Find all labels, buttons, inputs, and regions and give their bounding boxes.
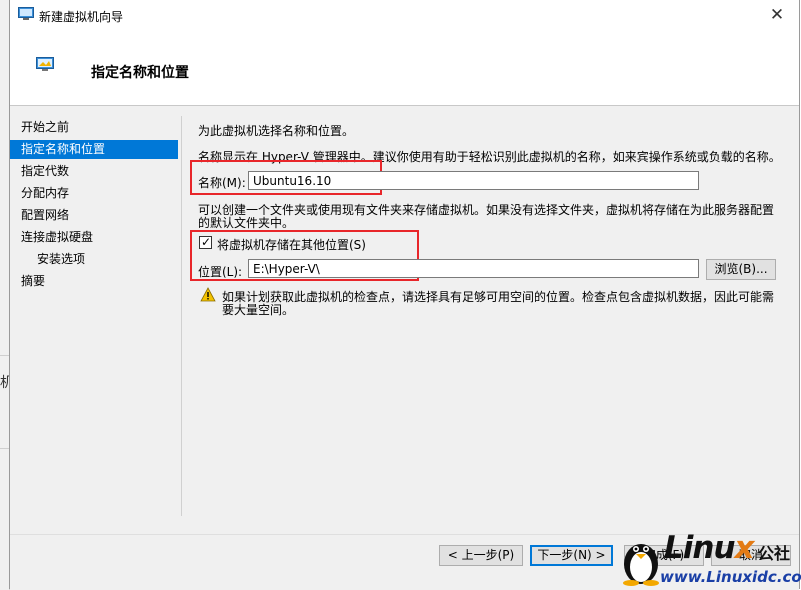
intro-text: 为此虚拟机选择名称和位置。 xyxy=(198,124,355,138)
step-navigation: 开始之前 指定名称和位置 指定代数 分配内存 配置网络 连接虚拟硬盘 安装选项 … xyxy=(10,116,182,516)
content-panel: 为此虚拟机选择名称和位置。 名称显示在 Hyper-V 管理器中。建议你使用有助… xyxy=(190,106,791,526)
hyperv-app-icon xyxy=(18,7,34,20)
close-icon[interactable]: ✕ xyxy=(765,4,789,26)
nav-item-name-and-location[interactable]: 指定名称和位置 xyxy=(10,140,178,159)
nav-item-networking[interactable]: 配置网络 xyxy=(10,206,178,225)
watermark: Linux 公社 www.Linuxidc.com xyxy=(616,528,801,590)
nav-item-virtual-hard-disk[interactable]: 连接虚拟硬盘 xyxy=(10,228,178,247)
watermark-brand: Linux xyxy=(664,530,755,566)
warning-icon xyxy=(200,287,216,302)
name-input[interactable] xyxy=(248,171,699,190)
location-input[interactable] xyxy=(248,259,699,278)
page-title: 指定名称和位置 xyxy=(91,65,189,81)
background-divider xyxy=(0,355,9,356)
name-label: 名称(M): xyxy=(198,176,246,190)
previous-button[interactable]: < 上一步(P) xyxy=(439,545,523,566)
warning-text-line1: 如果计划获取此虚拟机的检查点，请选择具有足够可用空间的位置。检查点包含虚拟机数据… xyxy=(222,290,775,304)
wizard-window: 新建虚拟机向导 ✕ 指定名称和位置 开始之前 指定名称和位置 指定代数 分配内存… xyxy=(9,0,800,590)
window-title: 新建虚拟机向导 xyxy=(39,10,124,24)
nav-item-memory[interactable]: 分配内存 xyxy=(10,184,178,203)
vm-monitor-icon xyxy=(36,57,54,71)
watermark-suffix: 公社 xyxy=(758,544,791,563)
watermark-url: www.Linuxidc.com xyxy=(660,568,801,586)
location-label: 位置(L): xyxy=(198,265,243,279)
wizard-body: 开始之前 指定名称和位置 指定代数 分配内存 配置网络 连接虚拟硬盘 安装选项 … xyxy=(10,106,799,534)
browse-button[interactable]: 浏览(B)... xyxy=(706,259,776,280)
next-button[interactable]: 下一步(N) > xyxy=(530,545,613,566)
nav-item-installation-options[interactable]: 安装选项 xyxy=(10,250,178,269)
nav-item-generation[interactable]: 指定代数 xyxy=(10,162,178,181)
wizard-header: 指定名称和位置 xyxy=(10,31,799,106)
folder-hint-line2: 的默认文件夹中。 xyxy=(198,216,295,230)
watermark-brand-x: x xyxy=(734,530,755,566)
tux-penguin-logo xyxy=(623,544,659,586)
checkmark-icon: ✓ xyxy=(201,235,212,249)
nav-item-before-you-begin[interactable]: 开始之前 xyxy=(10,118,178,137)
warning-text-line2: 要大量空间。 xyxy=(222,303,295,317)
title-bar: 新建虚拟机向导 ✕ xyxy=(10,0,799,31)
store-elsewhere-checkbox[interactable]: ✓ xyxy=(199,235,212,249)
store-elsewhere-label[interactable]: 将虚拟机存储在其他位置(S) xyxy=(217,236,366,253)
background-divider xyxy=(0,448,9,449)
watermark-brand-text: Linu xyxy=(664,530,736,566)
nav-item-summary[interactable]: 摘要 xyxy=(10,272,178,291)
